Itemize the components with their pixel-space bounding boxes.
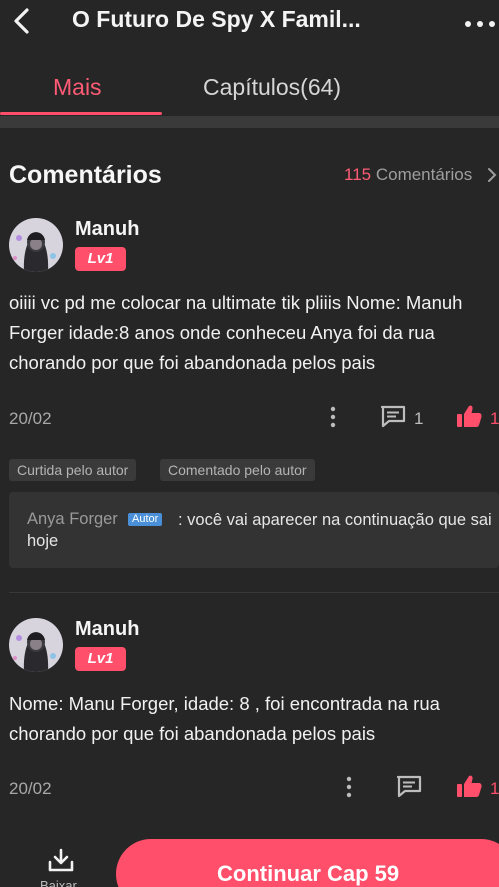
- tab-bar: Mais Capítulos(64): [0, 62, 499, 118]
- comment-icon[interactable]: [395, 774, 423, 798]
- avatar[interactable]: [9, 618, 63, 672]
- thumbs-up-icon[interactable]: [455, 773, 483, 799]
- comment-date: 20/02: [9, 409, 52, 428]
- comment-icon[interactable]: [379, 404, 407, 428]
- like-count: 1: [490, 409, 499, 428]
- like-count: 1: [490, 779, 499, 798]
- reply-count: 1: [414, 409, 424, 428]
- kebab-icon[interactable]: [342, 775, 356, 799]
- commented-by-author-badge: Comentado pelo autor: [160, 459, 315, 481]
- liked-by-author-badge: Curtida pelo autor: [9, 459, 137, 481]
- comment-username[interactable]: Manuh: [75, 618, 139, 641]
- comment-separator: [9, 592, 499, 593]
- author-reply[interactable]: Anya Forger Autor : você vai aparecer na…: [9, 492, 499, 568]
- avatar[interactable]: [9, 218, 63, 272]
- download-icon[interactable]: [47, 848, 75, 874]
- comment-date: 20/02: [9, 779, 52, 798]
- top-bar: O Futuro De Spy X Famil...: [0, 0, 499, 48]
- comment-text: oiiii vc pd me colocar na ultimate tik p…: [9, 292, 463, 373]
- chevron-right-icon[interactable]: [485, 166, 499, 184]
- download-label[interactable]: Baixar: [40, 878, 77, 887]
- level-badge: Lv1: [75, 247, 126, 271]
- tab-mais[interactable]: Mais: [53, 74, 102, 101]
- comments-count-link[interactable]: 115 Comentários: [344, 165, 472, 185]
- page-title: O Futuro De Spy X Famil...: [72, 6, 361, 32]
- thumbs-up-icon[interactable]: [455, 403, 483, 429]
- reply-text: : você vai aparecer na continuação que s…: [27, 511, 492, 550]
- more-dots-icon[interactable]: [462, 10, 498, 34]
- comments-count: 115: [344, 165, 372, 184]
- section-divider: [0, 116, 499, 128]
- kebab-icon[interactable]: [326, 405, 340, 429]
- bottom-bar: Baixar Continuar Cap 59: [0, 830, 499, 887]
- comments-section-title: Comentários: [9, 161, 162, 189]
- comment-username[interactable]: Manuh: [75, 218, 139, 241]
- tab-capitulos[interactable]: Capítulos(64): [203, 74, 341, 101]
- level-badge: Lv1: [75, 647, 126, 671]
- continue-chapter-button[interactable]: Continuar Cap 59: [116, 839, 499, 887]
- back-arrow-icon[interactable]: [6, 4, 40, 38]
- comments-count-label: Comentários: [371, 165, 473, 184]
- comment-text: Nome: Manu Forger, idade: 8 , foi encont…: [9, 693, 440, 744]
- active-tab-indicator: [0, 112, 162, 115]
